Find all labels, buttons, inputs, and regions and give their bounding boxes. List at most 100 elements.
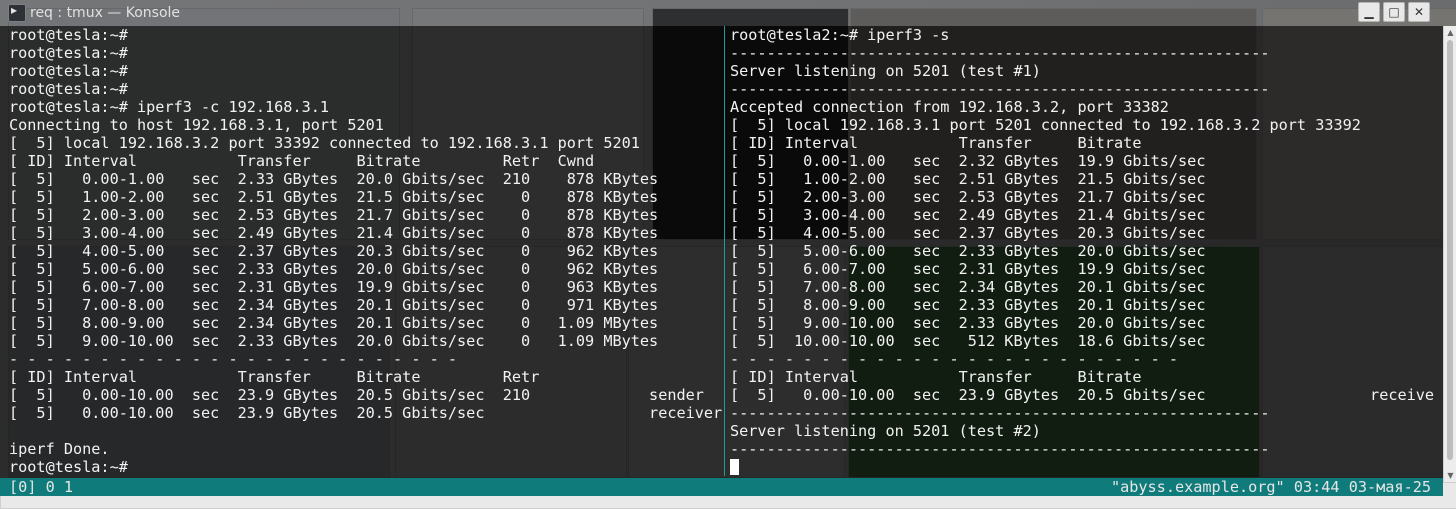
terminal-line-text: root@tesla:~# bbox=[9, 44, 128, 62]
terminal-line: [ 5] local 192.168.3.2 port 33392 connec… bbox=[9, 134, 723, 152]
terminal-line-text: Server listening on 5201 (test #1) bbox=[730, 62, 1041, 80]
minimize-button[interactable]: ▁ bbox=[1358, 2, 1380, 22]
terminal-line-text: [ 5] 8.00-9.00 sec 2.33 GBytes 20.1 Gbit… bbox=[730, 296, 1206, 314]
terminal-line: - - - - - - - - - - - - - - - - - - - - … bbox=[9, 350, 723, 368]
terminal-line: [ ID] Interval Transfer Bitrate Retr Cwn… bbox=[9, 152, 723, 170]
terminal-line-text: [ 5] 10.00-10.00 sec 512 KBytes 18.6 Gbi… bbox=[730, 332, 1206, 350]
window-titlebar[interactable]: req : tmux — Konsole ▁ □ ✕ bbox=[0, 0, 1456, 26]
terminal-line-text: ----------------------------------------… bbox=[730, 44, 1270, 62]
terminal-line: [ ID] Interval Transfer Bitrate bbox=[730, 368, 1436, 386]
terminal-line: [ 5] 5.00-6.00 sec 2.33 GBytes 20.0 Gbit… bbox=[730, 242, 1436, 260]
terminal-line-text: [ 5] 1.00-2.00 sec 2.51 GBytes 21.5 Gbit… bbox=[9, 188, 659, 206]
terminal-line: [ 5] 9.00-10.00 sec 2.33 GBytes 20.0 Gbi… bbox=[9, 332, 723, 350]
terminal-line: [ 5] 7.00-8.00 sec 2.34 GBytes 20.1 Gbit… bbox=[730, 278, 1436, 296]
terminal-line: ----------------------------------------… bbox=[730, 404, 1436, 422]
terminal-line: [ 5] 2.00-3.00 sec 2.53 GBytes 21.7 Gbit… bbox=[730, 188, 1436, 206]
scroll-up-icon[interactable]: ▲ bbox=[1444, 26, 1456, 39]
terminal-line: ----------------------------------------… bbox=[730, 80, 1436, 98]
terminal-line: [ 5] 6.00-7.00 sec 2.31 GBytes 19.9 Gbit… bbox=[9, 278, 723, 296]
maximize-button[interactable]: □ bbox=[1383, 2, 1405, 22]
terminal-line-text: Connecting to host 192.168.3.1, port 520… bbox=[9, 116, 384, 134]
terminal-line-text: root@tesla:~# bbox=[9, 26, 128, 44]
terminal-line: [ 5] 4.00-5.00 sec 2.37 GBytes 20.3 Gbit… bbox=[9, 242, 723, 260]
terminal-line-text: [ 5] local 192.168.3.1 port 5201 connect… bbox=[730, 116, 1361, 134]
terminal-line-text: Server listening on 5201 (test #2) bbox=[730, 422, 1041, 440]
terminal-line: ----------------------------------------… bbox=[730, 44, 1436, 62]
terminal-area[interactable]: root@tesla:~# root@tesla:~# root@tesla:~# r… bbox=[0, 26, 1443, 496]
terminal-line: root@tesla:~# bbox=[9, 62, 723, 80]
terminal-line-text: ----------------------------------------… bbox=[730, 440, 1270, 458]
terminal-line-text: [ ID] Interval Transfer Bitrate bbox=[730, 134, 1142, 152]
terminal-line-text: root@tesla2:~# iperf3 -s bbox=[730, 26, 950, 44]
terminal-icon[interactable] bbox=[8, 3, 26, 22]
terminal-line bbox=[730, 458, 1436, 476]
terminal-line: ----------------------------------------… bbox=[730, 440, 1436, 458]
terminal-line-text: ----------------------------------------… bbox=[730, 80, 1270, 98]
terminal-line: [ 5] 0.00-1.00 sec 2.33 GBytes 20.0 Gbit… bbox=[9, 170, 723, 188]
terminal-line: [ 5] 2.00-3.00 sec 2.53 GBytes 21.7 Gbit… bbox=[9, 206, 723, 224]
terminal-line: [ ID] Interval Transfer Bitrate bbox=[730, 134, 1436, 152]
terminal-line: Connecting to host 192.168.3.1, port 520… bbox=[9, 116, 723, 134]
terminal-line: [ 5] 0.00-10.00 sec 23.9 GBytes 20.5 Gbi… bbox=[9, 404, 723, 422]
terminal-line: [ 5] local 192.168.3.1 port 5201 connect… bbox=[730, 116, 1436, 134]
terminal-line-text: [ 5] 7.00-8.00 sec 2.34 GBytes 20.1 Gbit… bbox=[9, 296, 659, 314]
terminal-line-text: [ 5] 6.00-7.00 sec 2.31 GBytes 19.9 Gbit… bbox=[730, 260, 1206, 278]
tmux-window-list: [0] 0 1 bbox=[9, 478, 74, 496]
terminal-line: - - - - - - - - - - - - - - - - - - - - … bbox=[730, 350, 1436, 368]
scroll-down-icon[interactable]: ▼ bbox=[1444, 469, 1456, 482]
terminal-line-text: [ 5] 0.00-10.00 sec 23.9 GBytes 20.5 Gbi… bbox=[9, 404, 723, 422]
terminal-line-text: [ 5] 0.00-1.00 sec 2.33 GBytes 20.0 Gbit… bbox=[9, 170, 659, 188]
terminal-line: [ 5] 3.00-4.00 sec 2.49 GBytes 21.4 Gbit… bbox=[730, 206, 1436, 224]
terminal-line-text: [ ID] Interval Transfer Bitrate Retr Cwn… bbox=[9, 152, 595, 170]
tmux-pane-left[interactable]: root@tesla:~# root@tesla:~# root@tesla:~# r… bbox=[9, 26, 723, 476]
terminal-line: [ 5] 10.00-10.00 sec 512 KBytes 18.6 Gbi… bbox=[730, 332, 1436, 350]
terminal-line-text: root@tesla:~# bbox=[9, 80, 128, 98]
terminal-line: root@tesla:~# bbox=[9, 44, 723, 62]
terminal-line-text: root@tesla:~# bbox=[9, 458, 128, 476]
terminal-line: Accepted connection from 192.168.3.2, po… bbox=[730, 98, 1436, 116]
terminal-line: [ 5] 3.00-4.00 sec 2.49 GBytes 21.4 Gbit… bbox=[9, 224, 723, 242]
terminal-line-text: [ 5] 7.00-8.00 sec 2.34 GBytes 20.1 Gbit… bbox=[730, 278, 1206, 296]
terminal-line: root@tesla:~# iperf3 -c 192.168.3.1 bbox=[9, 98, 723, 116]
terminal-line: [ 5] 5.00-6.00 sec 2.33 GBytes 20.0 Gbit… bbox=[9, 260, 723, 278]
terminal-line: [ 5] 0.00-10.00 sec 23.9 GBytes 20.5 Gbi… bbox=[730, 386, 1436, 404]
terminal-line: root@tesla:~# bbox=[9, 80, 723, 98]
terminal-line: [ 5] 1.00-2.00 sec 2.51 GBytes 21.5 Gbit… bbox=[9, 188, 723, 206]
terminal-line-text: iperf Done. bbox=[9, 440, 110, 458]
tmux-status-info: "abyss.example.org" 03:44 03-мая-25 bbox=[1110, 478, 1431, 496]
terminal-line: [ 5] 4.00-5.00 sec 2.37 GBytes 20.3 Gbit… bbox=[730, 224, 1436, 242]
terminal-line: root@tesla2:~# iperf3 -s bbox=[730, 26, 1436, 44]
terminal-line: [ 5] 1.00-2.00 sec 2.51 GBytes 21.5 Gbit… bbox=[730, 170, 1436, 188]
terminal-line-text: [ 5] 3.00-4.00 sec 2.49 GBytes 21.4 Gbit… bbox=[730, 206, 1206, 224]
terminal-line-text: - - - - - - - - - - - - - - - - - - - - … bbox=[730, 350, 1179, 368]
terminal-line-text: [ 5] 9.00-10.00 sec 2.33 GBytes 20.0 Gbi… bbox=[9, 332, 659, 350]
terminal-line-text: [ 5] 0.00-1.00 sec 2.32 GBytes 19.9 Gbit… bbox=[730, 152, 1206, 170]
terminal-line-text: [ 5] 0.00-10.00 sec 23.9 GBytes 20.5 Gbi… bbox=[730, 386, 1436, 404]
terminal-line-text: [ 5] 3.00-4.00 sec 2.49 GBytes 21.4 Gbit… bbox=[9, 224, 659, 242]
terminal-line-text: root@tesla:~# bbox=[9, 62, 128, 80]
terminal-line: Server listening on 5201 (test #1) bbox=[730, 62, 1436, 80]
terminal-line: [ 5] 6.00-7.00 sec 2.31 GBytes 19.9 Gbit… bbox=[730, 260, 1436, 278]
terminal-line-text: Accepted connection from 192.168.3.2, po… bbox=[730, 98, 1169, 116]
close-button[interactable]: ✕ bbox=[1408, 2, 1430, 22]
terminal-line-text: [ ID] Interval Transfer Bitrate bbox=[730, 368, 1142, 386]
scrollbar[interactable]: ▲ ▼ bbox=[1443, 26, 1456, 482]
terminal-line: iperf Done. bbox=[9, 440, 723, 458]
terminal-line-text: [ 5] 9.00-10.00 sec 2.33 GBytes 20.0 Gbi… bbox=[730, 314, 1206, 332]
terminal-line-text: [ 5] 4.00-5.00 sec 2.37 GBytes 20.3 Gbit… bbox=[9, 242, 659, 260]
terminal-line-text: [ 5] 2.00-3.00 sec 2.53 GBytes 21.7 Gbit… bbox=[730, 188, 1206, 206]
pane-divider[interactable] bbox=[724, 26, 725, 476]
terminal-line-text: [ 5] 5.00-6.00 sec 2.33 GBytes 20.0 Gbit… bbox=[9, 260, 659, 278]
terminal-line: Server listening on 5201 (test #2) bbox=[730, 422, 1436, 440]
terminal-line-text: [ 5] 2.00-3.00 sec 2.53 GBytes 21.7 Gbit… bbox=[9, 206, 659, 224]
scrollbar-thumb[interactable] bbox=[1447, 40, 1453, 460]
terminal-line: [ 5] 8.00-9.00 sec 2.34 GBytes 20.1 Gbit… bbox=[9, 314, 723, 332]
terminal-line-text: root@tesla:~# iperf3 -c 192.168.3.1 bbox=[9, 98, 330, 116]
terminal-line-text: - - - - - - - - - - - - - - - - - - - - … bbox=[9, 350, 458, 368]
terminal-line: [ 5] 7.00-8.00 sec 2.34 GBytes 20.1 Gbit… bbox=[9, 296, 723, 314]
tmux-pane-right[interactable]: root@tesla2:~# iperf3 -s ----------------… bbox=[730, 26, 1436, 476]
terminal-line: [ 5] 8.00-9.00 sec 2.33 GBytes 20.1 Gbit… bbox=[730, 296, 1436, 314]
terminal-line-text: [ 5] 5.00-6.00 sec 2.33 GBytes 20.0 Gbit… bbox=[730, 242, 1206, 260]
terminal-line-text: [ 5] 8.00-9.00 sec 2.34 GBytes 20.1 Gbit… bbox=[9, 314, 659, 332]
